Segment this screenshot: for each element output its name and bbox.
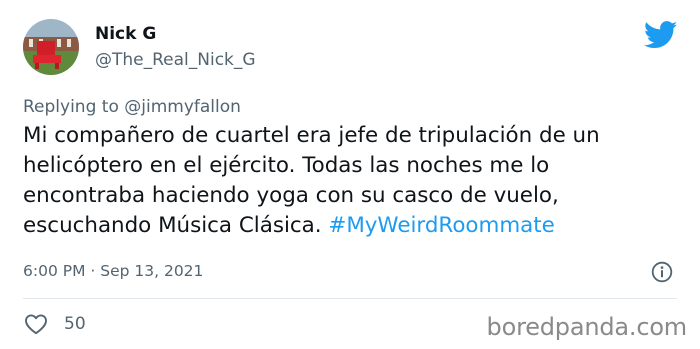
replying-to-label: Replying to (23, 97, 125, 117)
divider (23, 298, 677, 299)
user-handle[interactable]: @The_Real_Nick_G (95, 50, 256, 70)
tweet-timestamp[interactable]: 6:00 PM · Sep 13, 2021 (23, 262, 203, 280)
avatar-image (23, 19, 79, 75)
hashtag-link[interactable]: #MyWeirdRoommate (328, 213, 554, 238)
user-name[interactable]: Nick G (95, 24, 156, 44)
avatar[interactable] (23, 19, 79, 75)
heart-icon[interactable] (24, 313, 48, 335)
twitter-bird-icon[interactable] (644, 21, 678, 49)
reply-mention-link[interactable]: @jimmyfallon (124, 97, 241, 117)
like-count: 50 (64, 314, 86, 334)
watermark: boredpanda.com (486, 313, 688, 341)
replying-to: Replying to @jimmyfallon (23, 97, 241, 117)
info-icon[interactable] (651, 261, 673, 283)
tweet-text: Mi compañero de cuartel era jefe de trip… (23, 121, 663, 241)
